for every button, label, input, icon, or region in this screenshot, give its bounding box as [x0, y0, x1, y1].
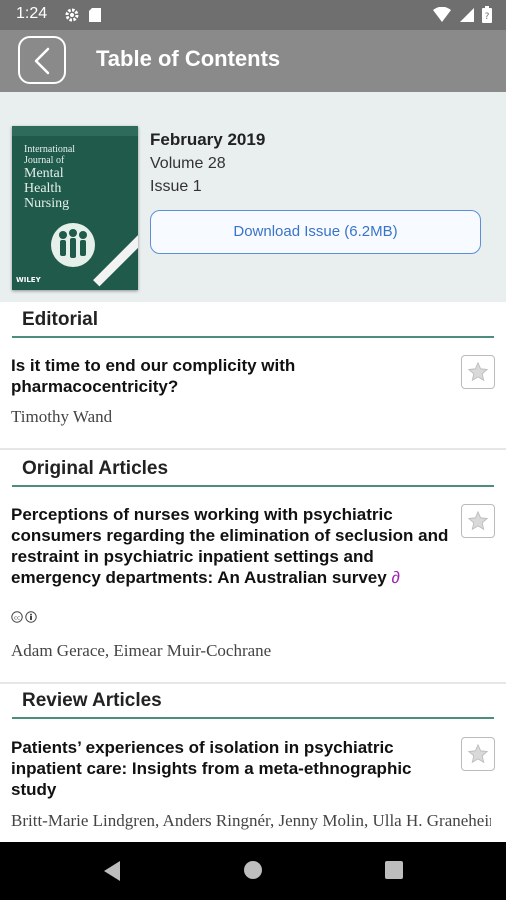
cc-icon: cc	[11, 611, 23, 623]
section-title-editorial: Editorial	[22, 309, 99, 330]
divider	[0, 682, 506, 684]
wifi-icon	[433, 6, 451, 27]
issue-volume: Volume 28	[150, 155, 226, 172]
article-authors: Timothy Wand	[11, 407, 113, 426]
favorite-button[interactable]	[461, 355, 495, 389]
article-authors: Britt-Marie Lindgren, Anders Ringnér, Je…	[11, 811, 491, 830]
status-time: 1:24	[16, 5, 48, 22]
star-icon	[467, 743, 489, 764]
section-rule	[12, 485, 494, 487]
star-icon	[467, 361, 489, 382]
gear-icon	[64, 7, 80, 27]
battery-icon: ?	[482, 6, 492, 27]
favorite-button[interactable]	[461, 504, 495, 538]
article-title[interactable]: Is it time to end our complicity with ph…	[11, 355, 451, 397]
open-access-icon: ∂	[391, 568, 400, 587]
issue-number: Issue 1	[150, 178, 202, 195]
download-issue-button[interactable]: Download Issue (6.2MB)	[150, 210, 481, 254]
section-title-original-articles: Original Articles	[22, 458, 169, 479]
signal-icon	[459, 7, 474, 27]
status-bar: 1:24 ?	[0, 0, 506, 30]
sd-card-icon	[88, 7, 102, 27]
article-title[interactable]: Perceptions of nurses working with psych…	[11, 504, 451, 588]
back-triangle-icon[interactable]	[102, 860, 122, 882]
page-title: Table of Contents	[96, 46, 281, 71]
creative-commons-license: cc	[11, 611, 37, 623]
attribution-icon	[25, 611, 37, 623]
chevron-left-icon	[34, 47, 50, 75]
journal-logo-icon	[51, 223, 95, 267]
section-rule	[12, 717, 494, 719]
recents-square-icon[interactable]	[385, 861, 403, 879]
section-title-review-articles: Review Articles	[22, 690, 162, 711]
svg-text:cc: cc	[14, 615, 20, 621]
svg-text:?: ?	[485, 12, 490, 22]
section-rule	[12, 336, 494, 338]
back-button[interactable]	[18, 36, 66, 84]
star-icon	[467, 510, 489, 531]
article-title[interactable]: Patients’ experiences of isolation in ps…	[11, 737, 451, 800]
article-authors: Adam Gerace, Eimear Muir-Cochrane	[11, 641, 272, 660]
issue-date: February 2019	[150, 130, 266, 149]
divider	[0, 448, 506, 450]
issue-cover-image: International Journal of Mental Health N…	[12, 126, 138, 290]
home-circle-icon[interactable]	[244, 861, 262, 879]
favorite-button[interactable]	[461, 737, 495, 771]
